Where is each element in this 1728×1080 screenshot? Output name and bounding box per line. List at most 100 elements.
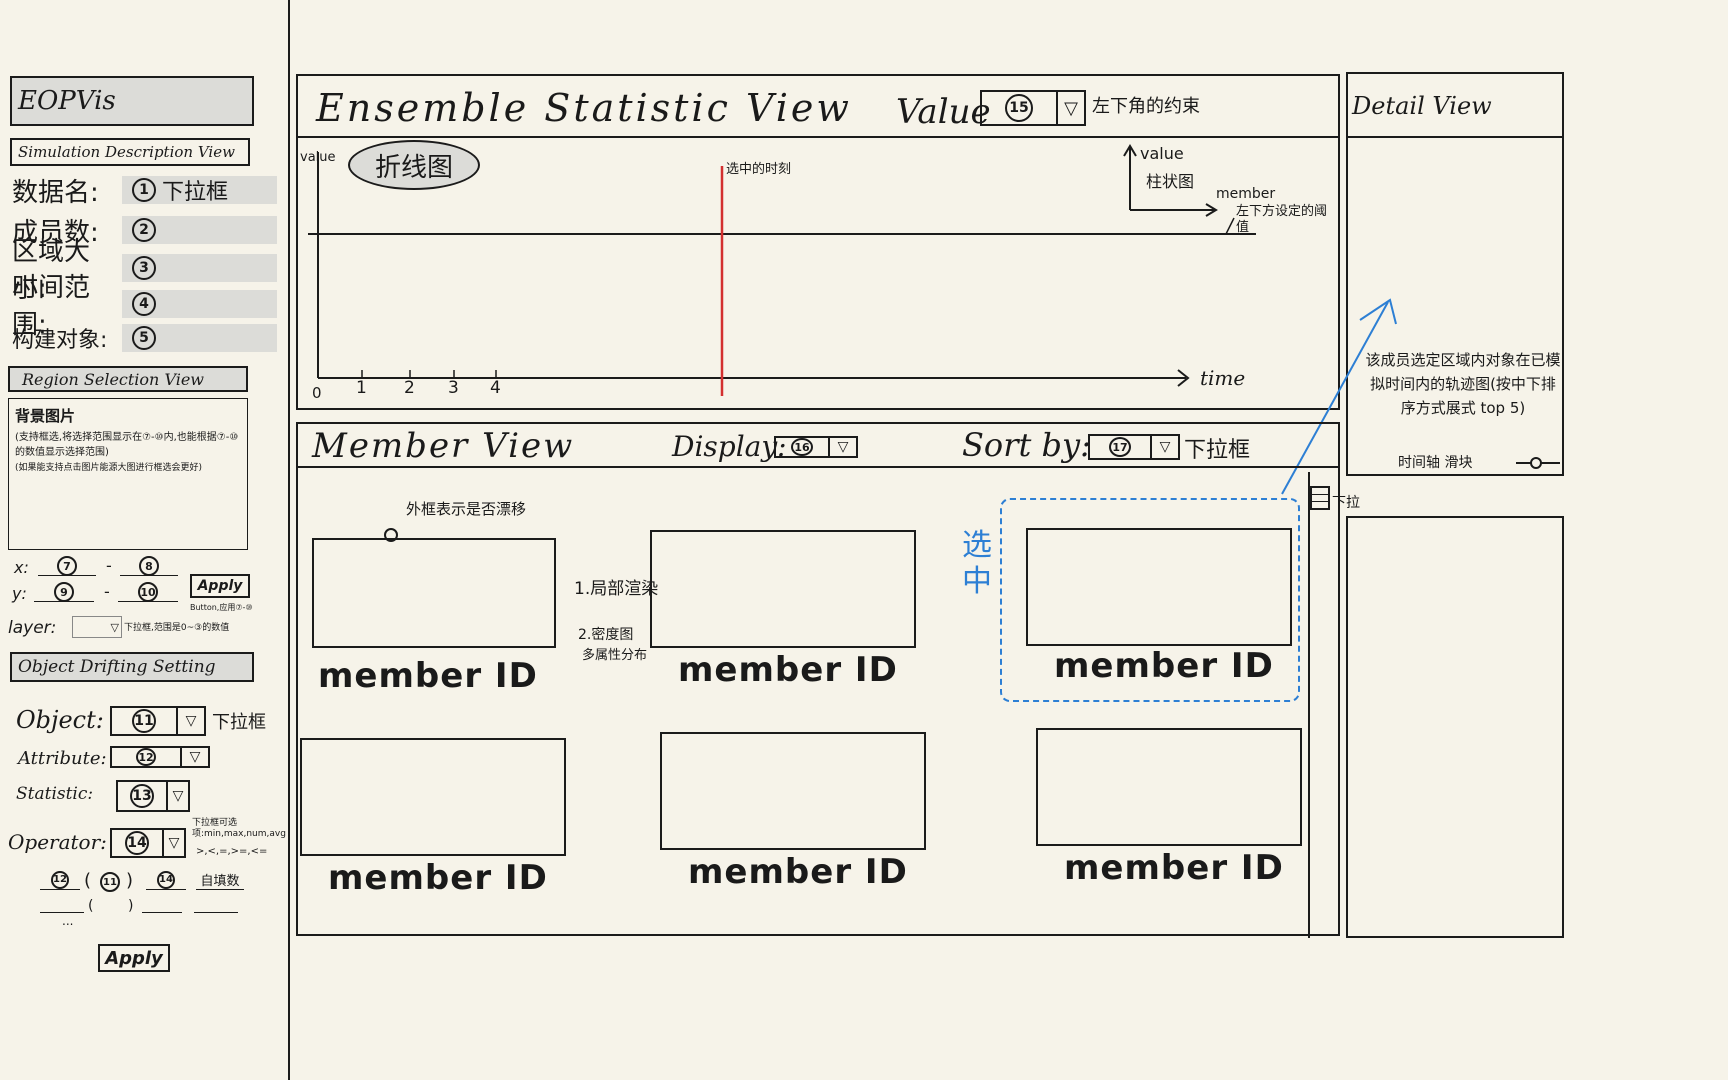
member-card-1-label: member ID — [318, 656, 538, 696]
member-header-divider — [296, 466, 1340, 468]
y-dash: - — [104, 582, 110, 601]
statistic-label: Statistic: — [16, 784, 94, 804]
x-label: x: — [14, 558, 29, 577]
layer-note: 下拉框,范围是0~③的数值 — [124, 623, 230, 633]
build-object-field: 5 — [122, 324, 277, 352]
sim-row-dataset: 数据名: 1 下拉框 — [12, 172, 277, 208]
layer-dropdown[interactable]: ▽ — [72, 616, 122, 638]
scroll-handle-grip-2 — [1312, 500, 1328, 503]
statistic-dropdown[interactable]: 13 ▽ — [116, 780, 190, 812]
expr-paren-close: ) — [126, 870, 134, 891]
region-note-2: (如果能支持点击图片能源大图进行框选会更好) — [15, 463, 203, 473]
background-image-label: 背景图片 — [15, 407, 76, 425]
member-scrollbar-track[interactable] — [1308, 472, 1310, 938]
sim-row-object: 构建对象: 5 — [12, 320, 277, 356]
drift-setting-header: Object Drifting Setting — [10, 652, 254, 682]
member-card-2[interactable] — [650, 530, 916, 648]
layer-label: layer: — [8, 618, 57, 638]
expr-object: 11 — [100, 872, 120, 892]
detail-title: Detail View — [1352, 92, 1492, 120]
selected-note: 选中 — [962, 528, 992, 599]
member-count-field: 2 — [122, 216, 277, 244]
member-card-5-label: member ID — [688, 852, 908, 892]
expr-blank-paren-open: ( — [88, 898, 94, 914]
frame-note: 外框表示是否漂移 — [406, 500, 527, 518]
selected-time-note: 选中的时刻 — [726, 162, 792, 177]
expr-paren-open: ( — [84, 870, 92, 891]
scroll-handle-grip-1 — [1312, 493, 1328, 496]
expr-blank-2[interactable] — [142, 912, 182, 913]
operator-dropdown[interactable]: 14 ▽ — [110, 828, 186, 858]
object-note: 下拉框 — [212, 712, 266, 733]
detail-header-divider — [1346, 136, 1564, 138]
legend-value-label: value — [1140, 144, 1184, 163]
render-note-3: 多属性分布 — [582, 648, 648, 663]
chevron-down-icon: ▽ — [189, 749, 201, 765]
value-dropdown[interactable]: 15 ▽ — [980, 90, 1086, 126]
expr-attribute[interactable]: 12 — [40, 870, 80, 890]
chevron-down-icon: ▽ — [110, 620, 119, 634]
member-view-title: Member View — [312, 426, 575, 466]
display-dropdown[interactable]: 16 ▽ — [774, 436, 858, 458]
y-to-input[interactable]: 10 — [118, 582, 178, 602]
sidebar-divider — [288, 0, 290, 1080]
member-card-6-label: member ID — [1064, 848, 1284, 888]
expr-blank-3[interactable] — [194, 912, 238, 913]
time-range-field: 4 — [122, 290, 277, 318]
region-size-field: 3 — [122, 254, 277, 282]
object-label: Object: — [16, 706, 104, 734]
y-axis-label: value — [300, 150, 336, 165]
dataset-dropdown[interactable]: 1 下拉框 — [122, 176, 277, 205]
x-from-input[interactable]: 7 — [38, 556, 96, 576]
chevron-down-icon: ▽ — [1159, 439, 1171, 455]
member-card-4[interactable] — [300, 738, 566, 856]
threshold-note: 左下方设定的阈值 — [1236, 204, 1328, 235]
chevron-down-icon: ▽ — [172, 788, 184, 804]
operator-note: >,<,=,>=,<= — [196, 846, 268, 857]
scroll-note: 下拉 — [1332, 495, 1360, 511]
region-note: (支持框选,将选择范围显示在⑦-⑩内,也能根据⑦-⑩的数值显示选择范围) — [15, 432, 239, 458]
sort-dropdown[interactable]: 17 ▽ — [1088, 434, 1180, 460]
time-slider-handle[interactable] — [1530, 457, 1542, 469]
expr-operator[interactable]: 14 — [146, 870, 186, 890]
detail-bottom-panel — [1346, 516, 1564, 938]
region-apply-note: Button,应用⑦-⑩ — [190, 603, 253, 612]
app-title: EOPVis — [18, 86, 116, 116]
legend-bar-label: 柱状图 — [1146, 172, 1195, 191]
expr-blank-1[interactable] — [40, 912, 84, 913]
member-scrollbar-handle[interactable] — [1310, 486, 1330, 510]
member-card-3[interactable] — [1026, 528, 1292, 646]
member-card-2-label: member ID — [678, 650, 898, 690]
display-label: Display: — [672, 430, 787, 463]
y-label: y: — [12, 584, 27, 603]
value-label: Value — [896, 92, 991, 132]
drift-apply-button[interactable]: Apply — [98, 944, 170, 972]
object-dropdown[interactable]: 11 ▽ — [110, 706, 206, 736]
statistic-note: 下拉框可选项:min,max,num,avg — [192, 818, 286, 839]
sim-row-timerange: 时间范围: 4 — [12, 273, 277, 340]
member-card-4-label: member ID — [328, 858, 548, 898]
background-image-area[interactable]: 背景图片 (支持框选,将选择范围显示在⑦-⑩内,也能根据⑦-⑩的数值显示选择范围… — [8, 398, 248, 550]
member-card-3-label: member ID — [1054, 646, 1274, 686]
chevron-down-icon: ▽ — [185, 713, 197, 729]
member-card-1[interactable] — [312, 538, 556, 648]
sim-desc-header: Simulation Description View — [10, 138, 250, 166]
tick-label-2: 2 — [404, 378, 415, 398]
y-from-input[interactable]: 9 — [34, 582, 94, 602]
legend-member-label: member — [1216, 186, 1276, 202]
chevron-down-icon: ▽ — [837, 439, 849, 455]
x-to-input[interactable]: 8 — [120, 556, 178, 576]
region-apply-button[interactable]: Apply — [190, 574, 250, 598]
member-card-6[interactable] — [1036, 728, 1302, 846]
region-selection-header: Region Selection View — [8, 366, 248, 392]
tick-label-4: 4 — [490, 378, 501, 398]
tick-label-1: 1 — [356, 378, 367, 398]
attribute-dropdown[interactable]: 12 ▽ — [110, 746, 210, 768]
chevron-down-icon: ▽ — [168, 835, 180, 851]
app-title-box: EOPVis — [10, 76, 254, 126]
chevron-down-icon: ▽ — [1064, 97, 1078, 119]
member-card-5[interactable] — [660, 732, 926, 850]
expr-ellipsis: ... — [62, 914, 74, 928]
expr-value-input[interactable]: 自填数 — [196, 870, 244, 890]
x-axis-label: time — [1200, 366, 1246, 390]
